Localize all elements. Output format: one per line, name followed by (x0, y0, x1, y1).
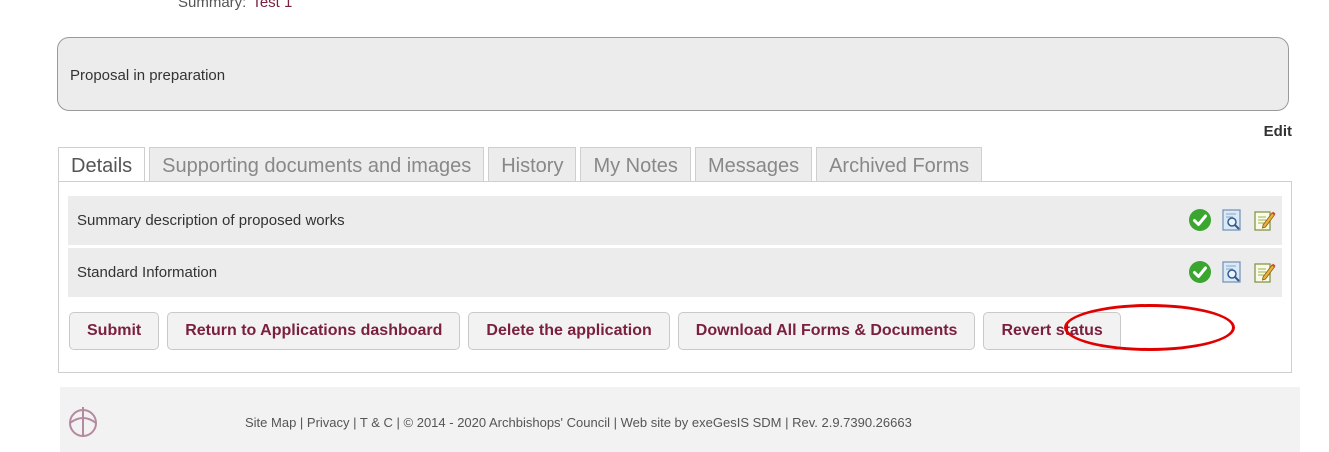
footer-separator: | (392, 415, 404, 430)
credit-link[interactable]: Web site by exeGesIS SDM (621, 415, 782, 430)
return-to-dashboard-button[interactable]: Return to Applications dashboard (167, 312, 461, 350)
delete-application-button[interactable]: Delete the application (468, 312, 670, 350)
footer-separator: | (781, 415, 793, 430)
form-row-standard-information: Standard Information (68, 248, 1282, 297)
check-icon (1188, 260, 1212, 284)
check-icon (1188, 208, 1212, 232)
footer-separator: | (349, 415, 360, 430)
tab-my-notes[interactable]: My Notes (580, 147, 691, 181)
summary-label: Summary: (178, 0, 247, 11)
footer-separator: | (610, 415, 621, 430)
revision-text: Rev. 2.9.7390.26663 (792, 415, 912, 430)
revert-status-button[interactable]: Revert status (983, 312, 1121, 350)
tab-details[interactable]: Details (58, 147, 146, 182)
site-map-link[interactable]: Site Map (245, 415, 296, 430)
form-row-summary-description: Summary description of proposed works (68, 196, 1282, 245)
edit-link[interactable]: Edit (1264, 123, 1292, 140)
privacy-link[interactable]: Privacy (307, 415, 350, 430)
submit-button[interactable]: Submit (69, 312, 160, 350)
tab-history[interactable]: History (488, 147, 577, 181)
action-buttons: Submit Return to Applications dashboard … (69, 312, 1129, 350)
form-row-label: Standard Information (77, 264, 218, 281)
summary-line: Summary: Test 1 (178, 0, 292, 11)
footer-links: Site Map | Privacy | T & C | © 2014 - 20… (245, 415, 912, 430)
footer-separator: | (296, 415, 307, 430)
status-text: Proposal in preparation (70, 67, 226, 84)
tab-supporting-documents[interactable]: Supporting documents and images (149, 147, 485, 181)
preview-icon[interactable] (1220, 208, 1244, 232)
tab-messages[interactable]: Messages (694, 147, 813, 181)
copyright-text: © 2014 - 2020 Archbishops' Council (403, 415, 610, 430)
summary-value: Test 1 (252, 0, 293, 11)
terms-link[interactable]: T & C (360, 415, 393, 430)
status-box: Proposal in preparation (57, 37, 1289, 111)
footer: Site Map | Privacy | T & C | © 2014 - 20… (60, 387, 1300, 452)
tab-archived-forms[interactable]: Archived Forms (816, 147, 983, 181)
edit-form-icon[interactable] (1252, 260, 1276, 284)
preview-icon[interactable] (1220, 260, 1244, 284)
download-all-button[interactable]: Download All Forms & Documents (677, 312, 976, 350)
tab-bar: Details Supporting documents and images … (58, 147, 986, 182)
details-panel: Summary description of proposed works St… (58, 181, 1292, 373)
edit-form-icon[interactable] (1252, 208, 1276, 232)
church-logo-icon (66, 405, 100, 439)
form-row-label: Summary description of proposed works (77, 212, 345, 229)
